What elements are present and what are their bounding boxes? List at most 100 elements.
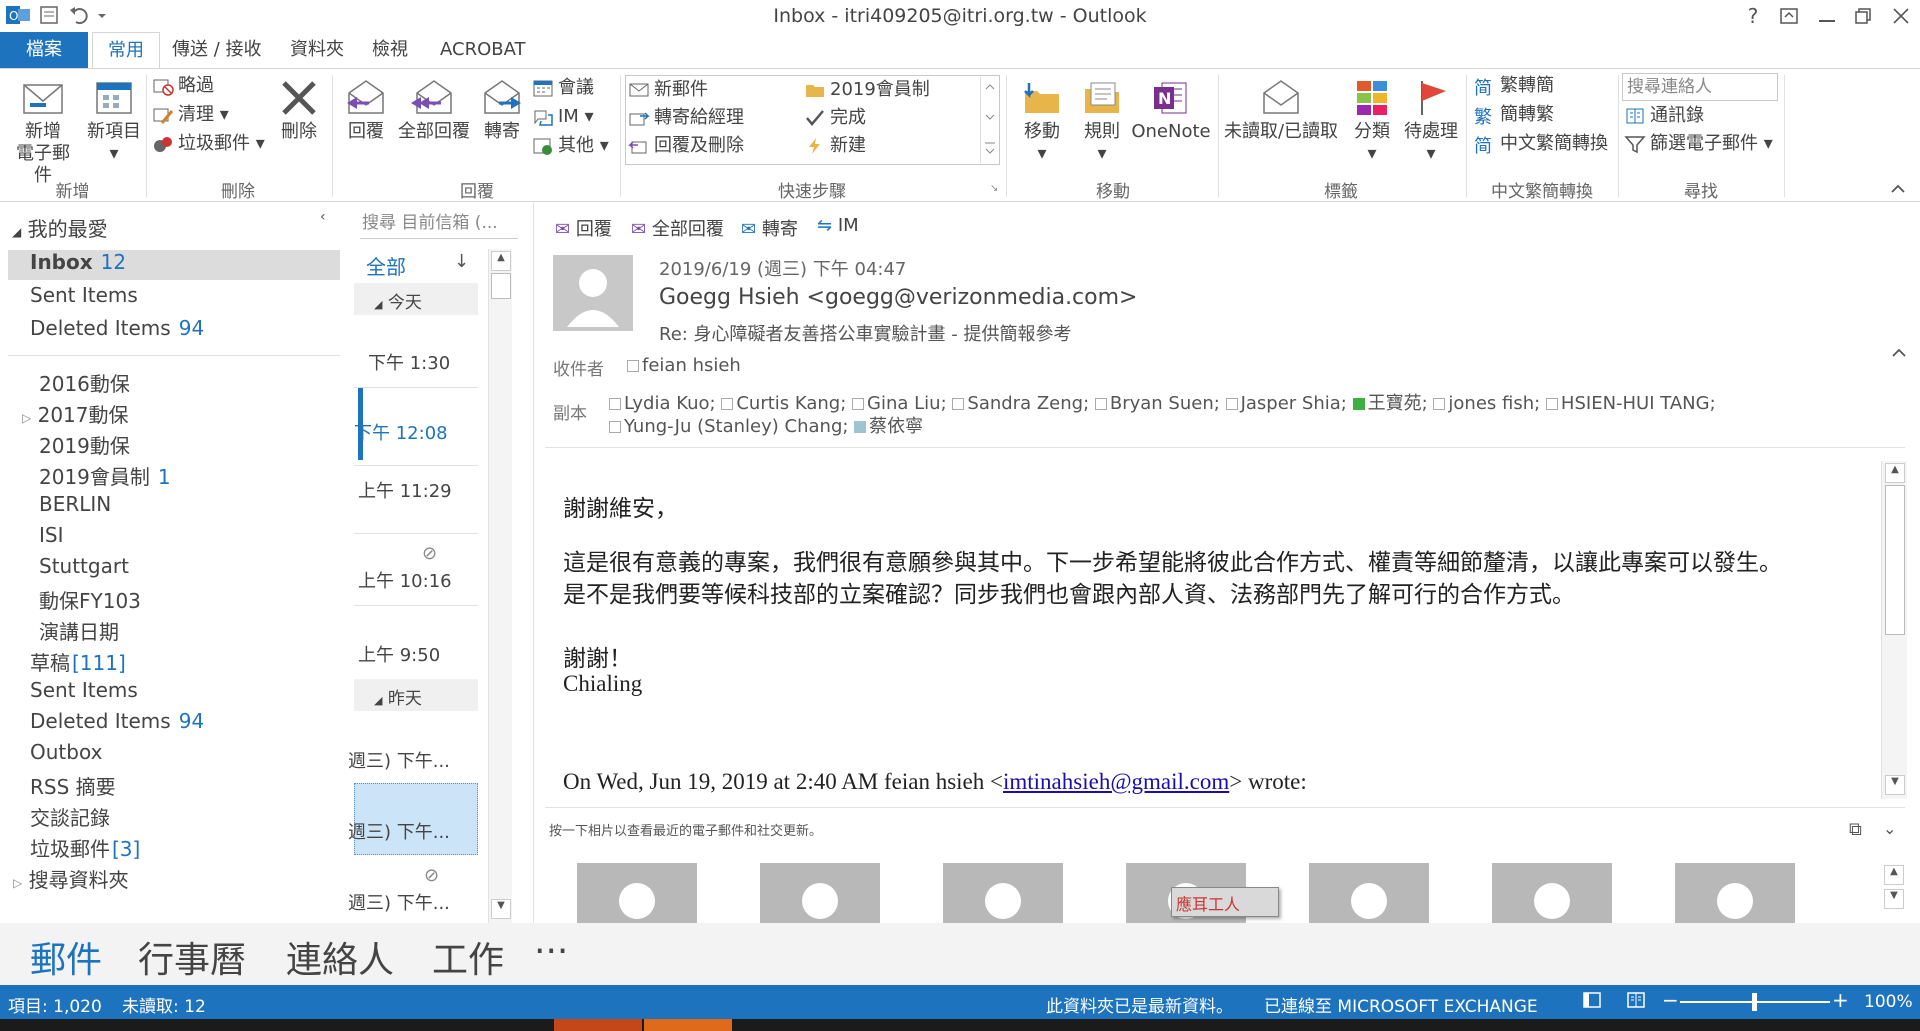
sender-avatar[interactable] bbox=[553, 255, 633, 331]
zoom-level[interactable]: 100% bbox=[1864, 992, 1913, 1012]
close-button[interactable] bbox=[1884, 2, 1918, 30]
collapse-ribbon-icon[interactable] bbox=[1888, 179, 1908, 199]
folder-conversation-history[interactable]: 交談記錄 bbox=[30, 802, 110, 831]
qs-reply-delete[interactable]: 回覆及刪除 bbox=[628, 133, 744, 159]
folder-item[interactable]: 2019動保 bbox=[39, 430, 130, 459]
quoted-email-link[interactable]: imtinahsieh@gmail.com bbox=[1003, 769, 1229, 794]
people-photo[interactable] bbox=[1309, 863, 1429, 923]
qs-create-new[interactable]: 新建 bbox=[804, 133, 866, 159]
move-button[interactable]: 移動 ▾ bbox=[1012, 79, 1072, 165]
folder-outbox[interactable]: Outbox bbox=[30, 740, 102, 764]
tab-view[interactable]: 檢視 bbox=[362, 32, 418, 68]
quick-steps-launcher-icon[interactable]: ↘ bbox=[990, 183, 998, 194]
ignore-button[interactable]: 略過 bbox=[152, 73, 214, 99]
simp-to-trad-button[interactable]: 繁簡轉繁 bbox=[1474, 102, 1554, 128]
reading-reply-button[interactable]: ✉ 回覆 bbox=[555, 215, 612, 241]
message-time[interactable]: 上午 9:50 bbox=[358, 641, 440, 667]
rules-button[interactable]: 規則 ▾ bbox=[1074, 79, 1130, 165]
cc-recipient[interactable]: Curtis Kang; bbox=[721, 393, 846, 414]
people-pane-toggle-icon[interactable]: ⧉ bbox=[1849, 819, 1862, 840]
nav-tasks[interactable]: 工作 bbox=[432, 931, 504, 983]
onenote-button[interactable]: N OneNote bbox=[1130, 79, 1212, 143]
nav-more-icon[interactable]: ··· bbox=[534, 931, 568, 972]
reply-all-button[interactable]: 全部回覆 bbox=[394, 79, 474, 143]
reading-forward-button[interactable]: ✉ 轉寄 bbox=[741, 215, 798, 241]
trad-to-simp-button[interactable]: 简繁轉簡 bbox=[1474, 73, 1554, 99]
group-header-today[interactable]: ◢ 今天 bbox=[354, 283, 478, 315]
zoom-out-icon[interactable]: − bbox=[1662, 988, 1679, 1012]
folder-search-folders[interactable]: ▷ 搜尋資料夾 bbox=[13, 864, 129, 893]
tab-file[interactable]: 檔案 bbox=[0, 32, 88, 68]
cc-recipient[interactable]: Lydia Kuo; bbox=[609, 393, 716, 414]
folder-rss[interactable]: RSS 摘要 bbox=[30, 771, 116, 800]
new-items-button[interactable]: 新項目 ▾ bbox=[82, 79, 146, 165]
people-photo[interactable] bbox=[1492, 863, 1612, 923]
folder-drafts[interactable]: 草稿 [111] bbox=[30, 647, 126, 676]
expand-icon[interactable]: ▷ bbox=[22, 411, 31, 425]
favorite-sent-items[interactable]: Sent Items bbox=[30, 283, 138, 307]
scroll-thumb[interactable] bbox=[491, 273, 511, 299]
scroll-down-icon[interactable]: ▼ bbox=[1884, 889, 1904, 909]
ribbon-display-options-button[interactable] bbox=[1772, 2, 1806, 30]
nav-mail[interactable]: 郵件 bbox=[30, 931, 102, 983]
cc-recipient[interactable]: Yung-Ju (Stanley) Chang; bbox=[609, 416, 848, 437]
reading-im-button[interactable]: ⇋ IM bbox=[817, 215, 859, 236]
tab-home[interactable]: 常用 bbox=[92, 32, 160, 69]
favorites-header[interactable]: ◢ 我的最愛 bbox=[12, 213, 108, 242]
message-from[interactable]: Goegg Hsieh <goegg@verizonmedia.com> bbox=[659, 285, 1137, 310]
tab-folder[interactable]: 資料夾 bbox=[280, 32, 354, 68]
followup-button[interactable]: 待處理 ▾ bbox=[1400, 79, 1462, 165]
im-button[interactable]: IM ▾ bbox=[532, 104, 594, 130]
zoom-slider-thumb[interactable] bbox=[1752, 993, 1757, 1011]
scroll-up-icon[interactable]: ▲ bbox=[491, 251, 511, 271]
collapse-header-icon[interactable] bbox=[1889, 343, 1909, 363]
folder-item[interactable]: ▷ 2017動保 bbox=[22, 399, 129, 428]
qs-2019-membership[interactable]: 2019會員制 bbox=[804, 77, 930, 103]
people-pane-expand-icon[interactable]: ⌄ bbox=[1883, 819, 1896, 838]
folder-sent-items[interactable]: Sent Items bbox=[30, 678, 138, 702]
taskbar-app[interactable] bbox=[644, 1019, 732, 1031]
minimize-button[interactable] bbox=[1810, 2, 1844, 30]
zoom-in-icon[interactable]: + bbox=[1832, 988, 1849, 1012]
cc-recipient[interactable]: 蔡依寧 bbox=[854, 416, 923, 437]
people-photo[interactable] bbox=[577, 863, 697, 923]
group-header-yesterday[interactable]: ◢ 昨天 bbox=[354, 679, 478, 711]
scroll-down-icon[interactable]: ▼ bbox=[491, 899, 511, 919]
folder-deleted-items[interactable]: Deleted Items 94 bbox=[30, 709, 204, 733]
junk-button[interactable]: 垃圾郵件 ▾ bbox=[152, 131, 265, 157]
people-photo[interactable] bbox=[760, 863, 880, 923]
search-contacts-input[interactable]: 搜尋連絡人 bbox=[1622, 73, 1778, 101]
favorite-inbox[interactable]: Inbox 12 bbox=[30, 250, 126, 274]
reply-button[interactable]: 回覆 bbox=[340, 79, 392, 143]
help-button[interactable]: ? bbox=[1736, 2, 1770, 30]
filter-all-tab[interactable]: 全部 bbox=[366, 251, 406, 280]
folder-item[interactable]: BERLIN bbox=[39, 492, 111, 516]
tab-acrobat[interactable]: ACROBAT bbox=[430, 32, 536, 68]
message-preview[interactable]: 週三) 下午... bbox=[348, 818, 450, 844]
cc-recipient[interactable]: HSIEN-HUI TANG; bbox=[1545, 393, 1716, 414]
cc-recipient[interactable]: Sandra Zeng; bbox=[952, 393, 1089, 414]
scroll-thumb[interactable] bbox=[1885, 485, 1905, 635]
folder-item[interactable]: 2019會員制 1 bbox=[39, 461, 171, 490]
folder-junk[interactable]: 垃圾郵件 [3] bbox=[30, 833, 140, 862]
tab-send-receive[interactable]: 傳送 / 接收 bbox=[162, 32, 272, 68]
people-scrollbar[interactable]: ▲ ▼ bbox=[1881, 863, 1907, 915]
restore-button[interactable] bbox=[1846, 2, 1880, 30]
folder-item[interactable]: ISI bbox=[39, 523, 64, 547]
reading-view-icon[interactable] bbox=[1626, 990, 1646, 1015]
delete-button[interactable]: 刪除 bbox=[274, 79, 324, 143]
nav-people[interactable]: 連絡人 bbox=[286, 931, 394, 983]
categorize-button[interactable]: 分類 ▾ bbox=[1344, 79, 1400, 165]
normal-view-icon[interactable] bbox=[1582, 990, 1602, 1015]
qs-forward-manager[interactable]: 轉寄給經理 bbox=[628, 105, 744, 131]
sort-arrow-icon[interactable]: ↓ bbox=[454, 251, 469, 272]
message-preview[interactable]: 週三) 下午... bbox=[348, 889, 450, 915]
chinese-conversion-button[interactable]: 简中文繁簡轉換 bbox=[1474, 131, 1608, 157]
unread-read-button[interactable]: 未讀取/已讀取 bbox=[1222, 79, 1340, 143]
expand-icon[interactable]: ▷ bbox=[13, 876, 22, 890]
cc-recipient[interactable]: 王寶苑; bbox=[1352, 393, 1428, 414]
message-time[interactable]: 下午 1:30 bbox=[368, 349, 450, 375]
folder-item[interactable]: 2016動保 bbox=[39, 368, 130, 397]
cc-recipient[interactable]: Jasper Shia; bbox=[1225, 393, 1347, 414]
cc-recipient[interactable]: jones fish; bbox=[1433, 393, 1540, 414]
